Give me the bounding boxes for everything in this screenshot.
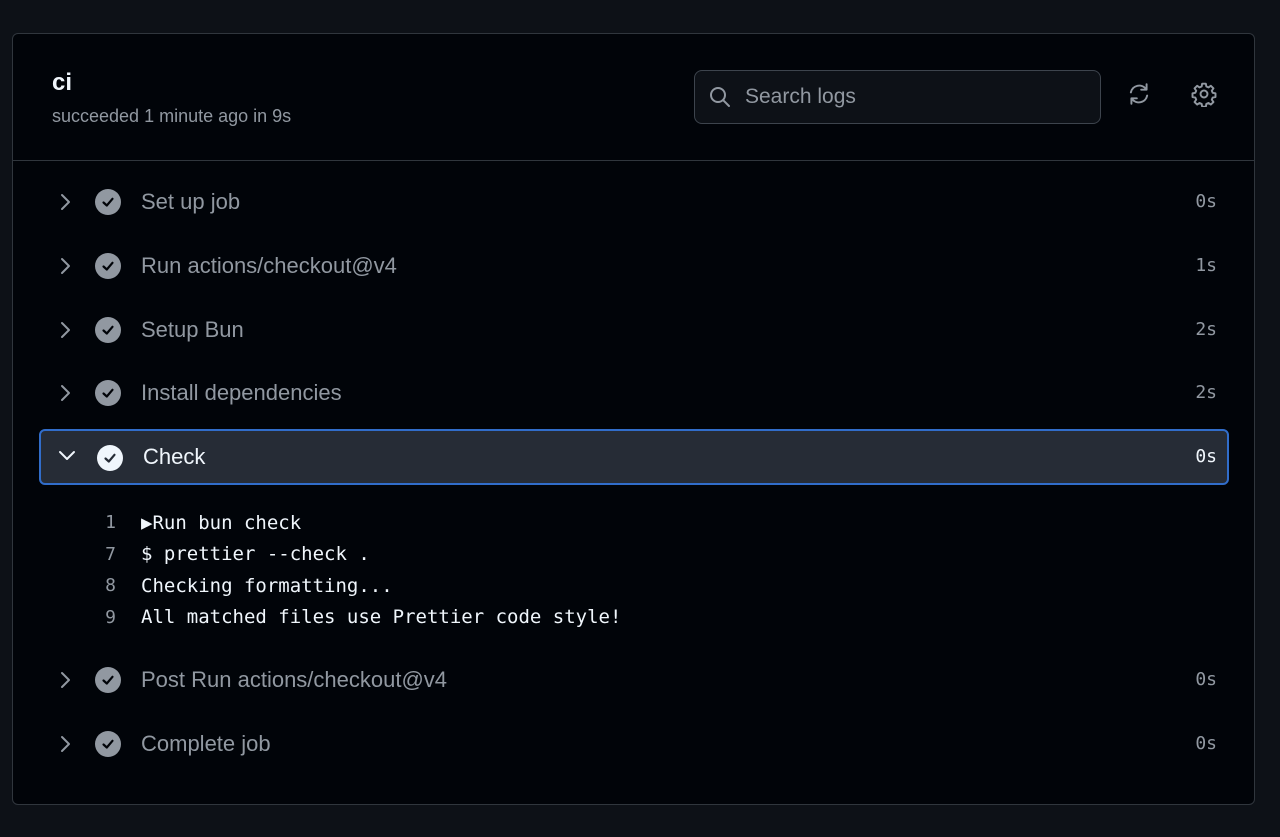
step-name: Check — [143, 444, 206, 469]
check-circle-icon — [95, 189, 121, 215]
log-text: Checking formatting... — [141, 574, 393, 597]
log-line[interactable]: 7 $ prettier --check . — [13, 539, 1253, 571]
chevron-right-icon — [55, 256, 75, 276]
step-set-up-job[interactable]: Set up job 0s — [39, 174, 1229, 230]
log-text: ▶Run bun check — [141, 511, 302, 534]
log-line[interactable]: 8 Checking formatting... — [13, 570, 1253, 602]
search-input[interactable] — [745, 85, 1100, 109]
line-number[interactable]: 8 — [13, 575, 116, 596]
step-run-checkout[interactable]: Run actions/checkout@v4 1s — [39, 238, 1229, 294]
log-line[interactable]: 1 ▶Run bun check — [13, 507, 1253, 539]
chevron-right-icon — [55, 670, 75, 690]
chevron-down-icon — [57, 445, 77, 465]
check-circle-icon — [95, 731, 121, 757]
step-name: Complete job — [141, 731, 271, 756]
step-install-dependencies[interactable]: Install dependencies 2s — [39, 365, 1229, 421]
step-duration: 0s — [1195, 191, 1217, 212]
step-duration: 0s — [1195, 733, 1217, 754]
line-number[interactable]: 1 — [13, 512, 116, 533]
step-check[interactable]: Check 0s — [39, 429, 1229, 485]
search-box[interactable] — [694, 70, 1101, 124]
chevron-right-icon — [55, 320, 75, 340]
settings-button[interactable] — [1188, 80, 1220, 112]
check-circle-icon — [95, 380, 121, 406]
step-duration: 2s — [1195, 319, 1217, 340]
search-icon — [707, 84, 733, 110]
job-title: ci — [52, 69, 73, 96]
refresh-icon — [1126, 81, 1152, 112]
log-text: $ prettier --check . — [141, 543, 370, 566]
job-status: succeeded 1 minute ago in 9s — [52, 106, 292, 126]
check-circle-icon — [95, 253, 121, 279]
step-setup-bun[interactable]: Setup Bun 2s — [39, 302, 1229, 358]
gear-icon — [1191, 81, 1217, 112]
step-name: Setup Bun — [141, 317, 244, 342]
step-name: Set up job — [141, 189, 241, 214]
check-circle-icon — [95, 317, 121, 343]
step-duration: 0s — [1195, 446, 1217, 467]
step-duration: 1s — [1195, 255, 1217, 276]
chevron-right-icon — [55, 734, 75, 754]
chevron-right-icon — [55, 383, 75, 403]
log-text: All matched files use Prettier code styl… — [141, 606, 622, 629]
step-name: Run actions/checkout@v4 — [141, 253, 397, 278]
check-circle-icon — [97, 445, 123, 471]
log-line[interactable]: 9 All matched files use Prettier code st… — [13, 602, 1253, 634]
step-complete-job[interactable]: Complete job 0s — [39, 716, 1229, 772]
job-header: ci succeeded 1 minute ago in 9s — [13, 34, 1254, 161]
check-circle-icon — [95, 667, 121, 693]
refresh-button[interactable] — [1123, 80, 1155, 112]
step-duration: 2s — [1195, 382, 1217, 403]
job-panel: ci succeeded 1 minute ago in 9s Search l… — [12, 33, 1255, 805]
chevron-right-icon — [55, 192, 75, 212]
step-post-run-checkout[interactable]: Post Run actions/checkout@v4 0s — [39, 652, 1229, 708]
line-number[interactable]: 9 — [13, 607, 116, 628]
line-number[interactable]: 7 — [13, 544, 116, 565]
step-name: Install dependencies — [141, 380, 342, 405]
log-output: 1 ▶Run bun check 7 $ prettier --check . … — [13, 507, 1253, 633]
step-name: Post Run actions/checkout@v4 — [141, 667, 448, 692]
step-duration: 0s — [1195, 669, 1217, 690]
